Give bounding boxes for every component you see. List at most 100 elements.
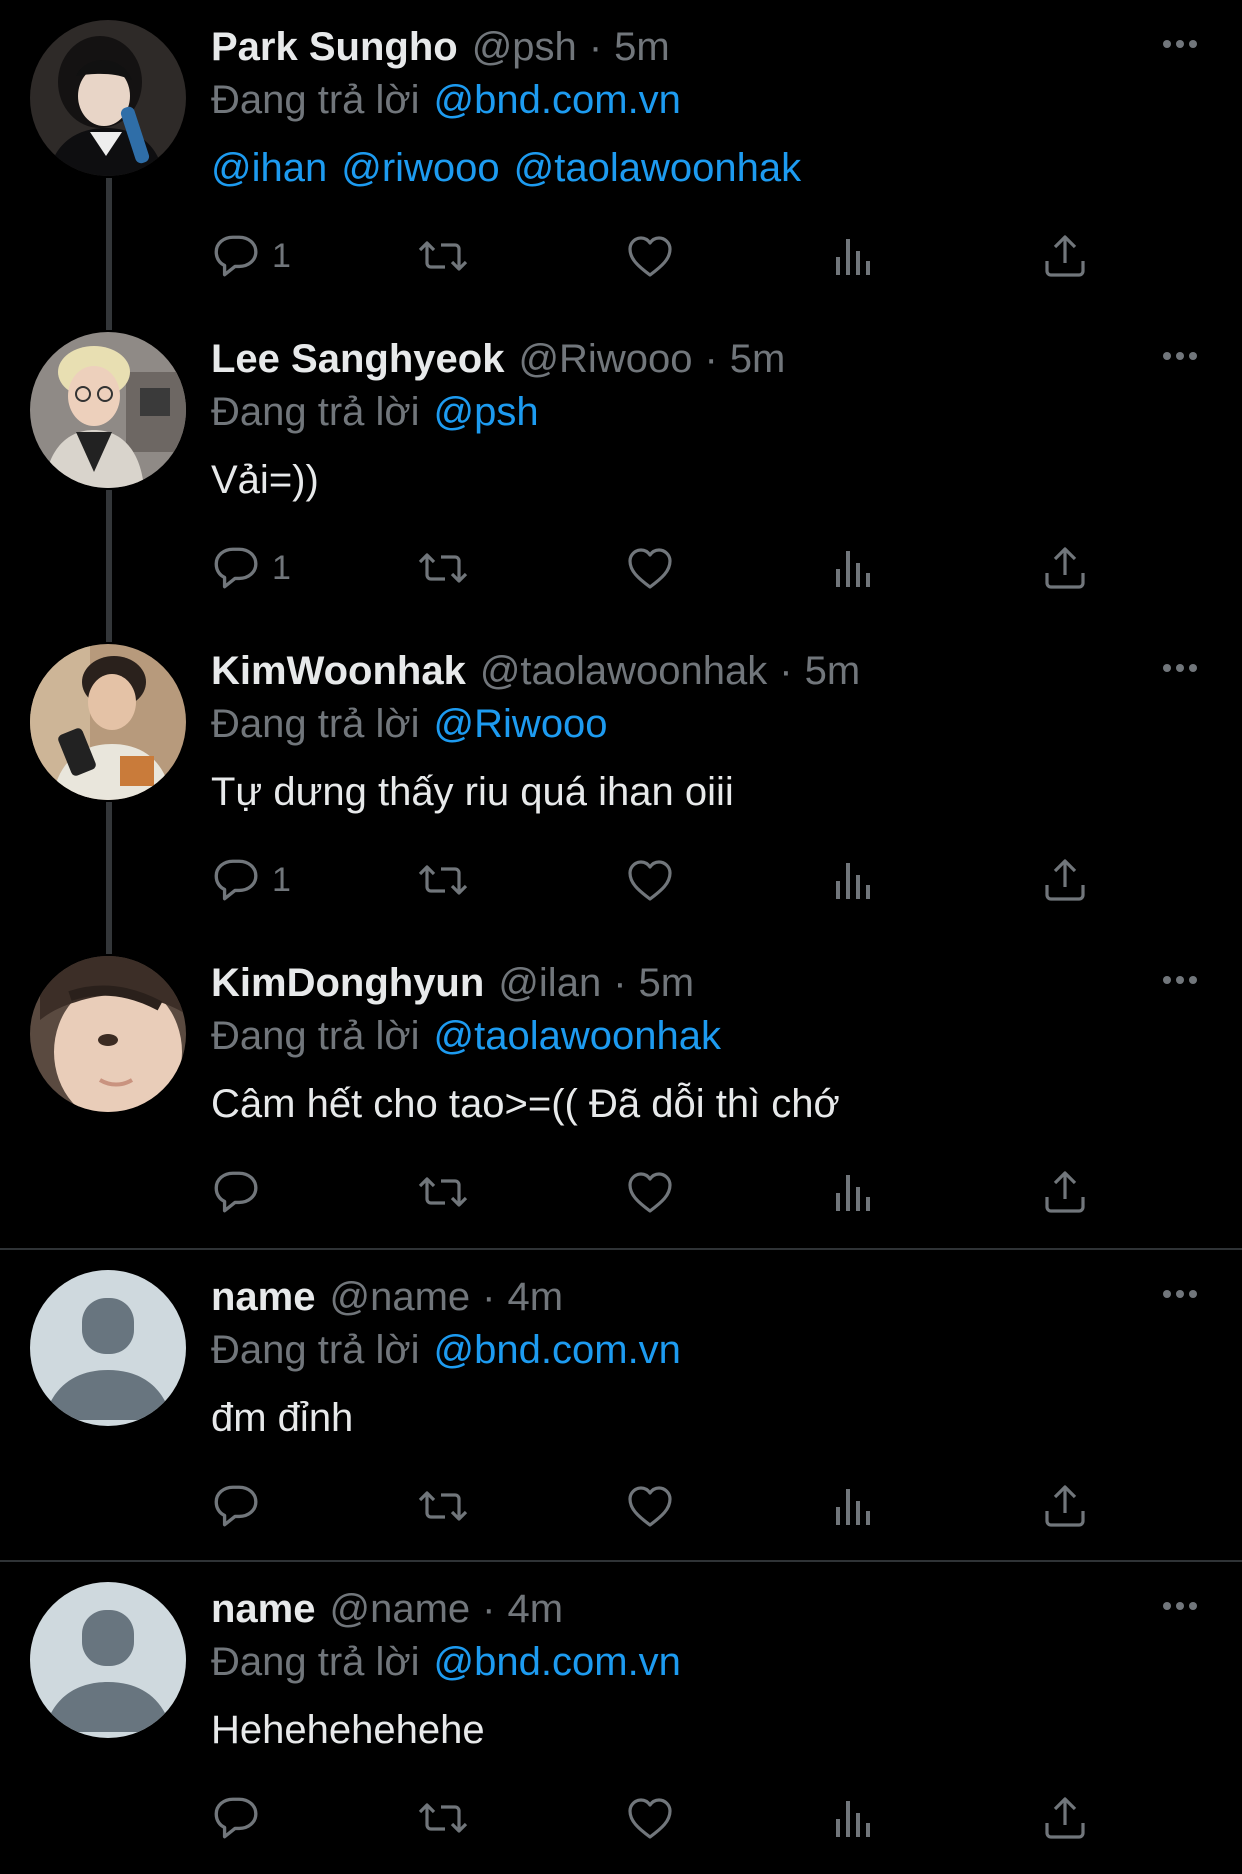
mention-link[interactable]: @ihan — [211, 146, 327, 190]
share-icon — [1040, 1167, 1090, 1217]
like-button[interactable] — [625, 1790, 675, 1846]
display-name[interactable]: name — [211, 1587, 316, 1631]
like-button[interactable] — [625, 228, 675, 284]
views-button[interactable] — [830, 1478, 876, 1534]
mention-link[interactable]: @riwooo — [341, 146, 499, 190]
share-button[interactable] — [1040, 540, 1090, 596]
separator-dot: · — [704, 337, 718, 381]
reply-button[interactable]: 1 — [210, 228, 291, 284]
reply-button[interactable] — [210, 1478, 260, 1534]
display-name[interactable]: Park Sungho — [211, 25, 458, 69]
more-options-icon[interactable] — [1160, 648, 1200, 688]
display-name[interactable]: name — [211, 1275, 316, 1319]
replying-to-line: Đang trả lời @bnd.com.vn — [211, 75, 681, 125]
like-icon — [625, 1481, 675, 1531]
replying-to-line: Đang trả lời @bnd.com.vn — [211, 1325, 681, 1375]
views-button[interactable] — [830, 540, 876, 596]
retweet-button[interactable] — [415, 1790, 471, 1846]
display-name[interactable]: Lee Sanghyeok — [211, 337, 504, 381]
avatar[interactable] — [30, 1582, 186, 1738]
replying-to-label: Đang trả lời — [211, 1640, 420, 1684]
more-options-icon[interactable] — [1160, 336, 1200, 376]
reply-tweet[interactable]: Lee Sanghyeok @Riwooo · 5m Đang trả lời @psh V… — [0, 312, 1242, 624]
share-icon — [1040, 231, 1090, 281]
more-options-icon[interactable] — [1160, 1274, 1200, 1314]
mention-link[interactable]: @taolawoonhak — [514, 146, 801, 190]
share-button[interactable] — [1040, 1790, 1090, 1846]
tweet-header: KimDonghyun @ilan · 5m — [211, 958, 694, 1008]
reply-target-link[interactable]: @Riwooo — [434, 702, 608, 746]
user-handle[interactable]: @Riwooo — [518, 337, 692, 381]
reply-target-link[interactable]: @taolawoonhak — [434, 1014, 721, 1058]
user-handle[interactable]: @taolawoonhak — [480, 649, 767, 693]
share-button[interactable] — [1040, 1478, 1090, 1534]
like-button[interactable] — [625, 852, 675, 908]
tweet-actions: 1 — [0, 228, 1242, 284]
tweet-actions — [0, 1164, 1242, 1220]
views-icon — [830, 543, 876, 593]
user-handle[interactable]: @psh — [472, 25, 577, 69]
reply-button[interactable] — [210, 1164, 260, 1220]
retweet-button[interactable] — [415, 1164, 471, 1220]
reply-icon — [210, 231, 260, 281]
avatar[interactable] — [30, 20, 186, 176]
separator-dot: · — [482, 1275, 496, 1319]
tweet-text: Hehehehehehe — [211, 1708, 485, 1752]
retweet-icon — [415, 1167, 471, 1217]
reply-tweet[interactable]: name @name · 4m Đang trả lời @bnd.com.vn Heheh… — [0, 1560, 1242, 1874]
avatar[interactable] — [30, 1270, 186, 1426]
reply-button[interactable]: 1 — [210, 540, 291, 596]
reply-target-link[interactable]: @bnd.com.vn — [434, 1328, 681, 1372]
like-icon — [625, 855, 675, 905]
share-button[interactable] — [1040, 1164, 1090, 1220]
timestamp[interactable]: 5m — [614, 25, 670, 69]
like-icon — [625, 543, 675, 593]
display-name[interactable]: KimDonghyun — [211, 961, 484, 1005]
retweet-icon — [415, 1481, 471, 1531]
views-icon — [830, 1793, 876, 1843]
like-button[interactable] — [625, 540, 675, 596]
like-button[interactable] — [625, 1164, 675, 1220]
reply-tweet[interactable]: Park Sungho @psh · 5m Đang trả lời @bnd.com.v… — [0, 0, 1242, 312]
replying-to-line: Đang trả lời @Riwooo — [211, 699, 608, 749]
retweet-button[interactable] — [415, 852, 471, 908]
timestamp[interactable]: 5m — [639, 961, 695, 1005]
views-icon — [830, 1167, 876, 1217]
share-button[interactable] — [1040, 852, 1090, 908]
more-options-icon[interactable] — [1160, 24, 1200, 64]
timestamp[interactable]: 5m — [805, 649, 861, 693]
more-options-icon[interactable] — [1160, 960, 1200, 1000]
avatar[interactable] — [30, 956, 186, 1112]
reply-tweet[interactable]: KimDonghyun @ilan · 5m Đang trả lời @taolawoo… — [0, 936, 1242, 1248]
reply-count: 1 — [272, 236, 291, 275]
like-icon — [625, 231, 675, 281]
views-button[interactable] — [830, 228, 876, 284]
reply-tweet[interactable]: name @name · 4m Đang trả lời @bnd.com.vn đm đỉ… — [0, 1248, 1242, 1562]
reply-icon — [210, 855, 260, 905]
reply-button[interactable]: 1 — [210, 852, 291, 908]
share-button[interactable] — [1040, 228, 1090, 284]
timestamp[interactable]: 5m — [730, 337, 786, 381]
retweet-button[interactable] — [415, 228, 471, 284]
separator-dot: · — [613, 961, 627, 1005]
user-handle[interactable]: @name — [330, 1275, 471, 1319]
reply-target-link[interactable]: @bnd.com.vn — [434, 78, 681, 122]
more-options-icon[interactable] — [1160, 1586, 1200, 1626]
reply-button[interactable] — [210, 1790, 260, 1846]
retweet-button[interactable] — [415, 1478, 471, 1534]
user-handle[interactable]: @ilan — [498, 961, 601, 1005]
user-handle[interactable]: @name — [330, 1587, 471, 1631]
views-button[interactable] — [830, 1790, 876, 1846]
timestamp[interactable]: 4m — [508, 1275, 564, 1319]
reply-target-link[interactable]: @bnd.com.vn — [434, 1640, 681, 1684]
like-button[interactable] — [625, 1478, 675, 1534]
views-button[interactable] — [830, 1164, 876, 1220]
reply-tweet[interactable]: KimWoonhak @taolawoonhak · 5m Đang trả lời @R… — [0, 624, 1242, 936]
timestamp[interactable]: 4m — [508, 1587, 564, 1631]
avatar[interactable] — [30, 332, 186, 488]
views-button[interactable] — [830, 852, 876, 908]
retweet-button[interactable] — [415, 540, 471, 596]
display-name[interactable]: KimWoonhak — [211, 649, 466, 693]
avatar[interactable] — [30, 644, 186, 800]
reply-target-link[interactable]: @psh — [434, 390, 539, 434]
